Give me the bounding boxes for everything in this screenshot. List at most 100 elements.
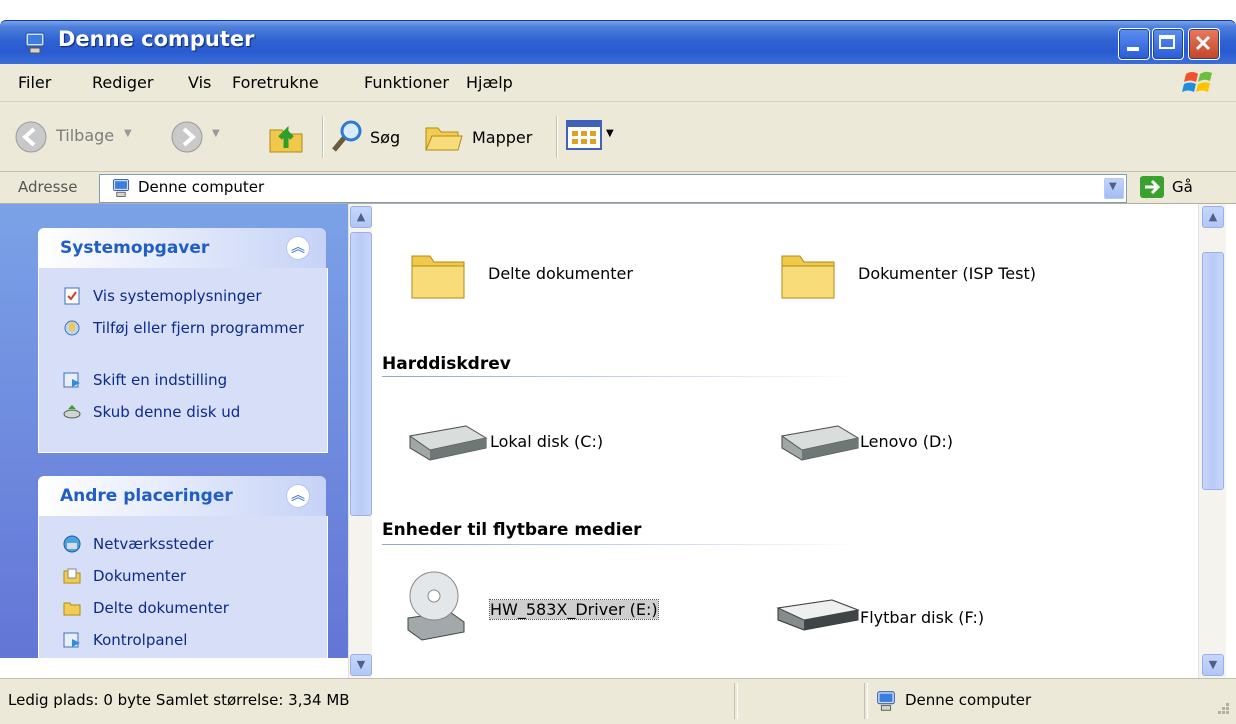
taskpane-scrollbar[interactable]: ▲ ▼ (348, 204, 372, 678)
network-places-icon (63, 535, 81, 553)
drive-item-selected[interactable]: HW_583X_Driver (E:) (402, 570, 742, 644)
folders-icon (425, 127, 463, 151)
close-button[interactable] (1188, 28, 1220, 60)
menu-bar: Filer Rediger Vis Foretrukne Funktioner … (0, 64, 1236, 102)
folders-label: Mapper (472, 128, 533, 147)
group-header-removable: Enheder til flytbare medier (382, 520, 642, 540)
item-label: Dokumenter (ISP Test) (858, 264, 1036, 283)
toolbar: Tilbage ▼ ▼ Søg Mapper ▼ (0, 102, 1236, 172)
group-divider (382, 544, 862, 545)
hard-disk-icon (408, 425, 488, 461)
views-dropdown-icon: ▼ (606, 128, 614, 139)
up-folder-icon[interactable] (266, 118, 306, 156)
item-label: HW_583X_Driver (E:) (489, 599, 659, 620)
status-separator (734, 683, 738, 719)
minimize-button[interactable] (1118, 28, 1150, 60)
chevron-down-icon: ▼ (1109, 181, 1117, 192)
drive-item[interactable]: Lenovo (D:) (774, 418, 1114, 468)
removable-disk-icon (776, 599, 860, 631)
title-bar[interactable]: Denne computer (0, 20, 1236, 64)
window-title: Denne computer (58, 27, 255, 51)
forward-dropdown-icon: ▼ (212, 128, 220, 139)
views-button[interactable]: ▼ (566, 120, 626, 154)
eject-disk-icon (63, 405, 81, 419)
menu-file[interactable]: Filer (18, 73, 51, 92)
item-label: Lokal disk (C:) (490, 432, 604, 451)
folders-button[interactable]: Mapper (424, 118, 544, 156)
go-button[interactable] (1140, 176, 1164, 198)
computer-icon (877, 691, 895, 711)
menu-view[interactable]: Vis (188, 73, 211, 92)
control-panel-icon (63, 372, 80, 388)
other-places-header[interactable]: Andre placeringer ︽ (38, 476, 326, 516)
address-bar: Adresse Denne computer ▼ Gå (0, 172, 1236, 204)
address-label: Adresse (18, 178, 78, 196)
task-pane: Systemopgaver ︽ Vis systemoplysninger Ti… (0, 204, 348, 658)
address-value: Denne computer (138, 178, 265, 196)
scroll-thumb[interactable] (1202, 252, 1224, 490)
system-tasks-panel: Vis systemoplysninger Tilføj eller fjern… (38, 268, 328, 453)
file-view: Delte dokumenter Dokumenter (ISP Test) H… (372, 204, 1198, 658)
group-divider (382, 376, 862, 377)
menu-edit[interactable]: Rediger (92, 73, 153, 92)
cropped-top-text (0, 0, 1236, 4)
status-location: Denne computer (905, 691, 1032, 709)
folder-icon (63, 602, 81, 616)
folder-item[interactable]: Delte dokumenter (408, 244, 748, 308)
drive-item[interactable]: Flytbar disk (F:) (774, 594, 1114, 644)
control-panel-icon (63, 632, 80, 648)
menu-favorites[interactable]: Foretrukne (232, 73, 319, 92)
toolbar-separator (556, 116, 558, 158)
minimize-icon (1127, 47, 1139, 51)
toolbar-separator (322, 116, 324, 158)
drive-item[interactable]: Lokal disk (C:) (402, 418, 742, 468)
windows-logo-icon (1182, 71, 1212, 92)
system-tasks-header[interactable]: Systemopgaver ︽ (38, 228, 326, 268)
status-separator (864, 683, 868, 719)
collapse-icon[interactable]: ︽ (286, 484, 310, 508)
back-button[interactable]: Tilbage ▼ (14, 118, 154, 156)
back-arrow-icon (15, 121, 47, 153)
menu-tools[interactable]: Funktioner (364, 73, 449, 92)
scroll-up-button[interactable]: ▲ (1202, 206, 1224, 228)
computer-icon (25, 32, 45, 54)
add-remove-programs-icon (64, 320, 80, 336)
other-places-panel: Netværkssteder Dokumenter Delte dokument… (38, 516, 328, 658)
back-dropdown-icon: ▼ (124, 128, 132, 139)
maximize-button[interactable] (1152, 28, 1184, 60)
resize-grip-icon[interactable] (1212, 701, 1232, 721)
group-header-harddisks: Harddiskdrev (382, 354, 511, 374)
item-label: Lenovo (D:) (860, 432, 953, 451)
collapse-icon[interactable]: ︽ (286, 236, 310, 260)
folder-icon (781, 255, 835, 299)
item-label: Flytbar disk (F:) (860, 608, 985, 627)
views-grid-icon (566, 120, 602, 150)
search-icon (332, 120, 362, 152)
go-label[interactable]: Gå (1172, 178, 1193, 196)
forward-arrow-icon (171, 121, 203, 153)
search-button[interactable]: Søg (330, 118, 420, 156)
cd-drive-icon (407, 571, 465, 641)
content-scrollbar[interactable]: ▲ ▼ (1198, 204, 1226, 678)
scroll-thumb[interactable] (350, 232, 372, 516)
go-arrow-icon (1145, 179, 1161, 195)
scroll-down-button[interactable]: ▼ (1202, 654, 1224, 676)
close-icon (1195, 35, 1211, 51)
system-tasks-title: Systemopgaver (60, 238, 210, 258)
address-dropdown-button[interactable]: ▼ (1104, 178, 1124, 199)
forward-button[interactable]: ▼ (170, 118, 240, 156)
other-places-title: Andre placeringer (60, 486, 233, 506)
system-info-icon (64, 287, 80, 305)
back-label: Tilbage (56, 126, 115, 145)
scroll-up-button[interactable]: ▲ (350, 206, 372, 228)
menu-help[interactable]: Hjælp (466, 73, 513, 92)
scroll-down-button[interactable]: ▼ (350, 654, 372, 676)
address-field[interactable]: Denne computer ▼ (99, 174, 1127, 203)
folder-icon (411, 255, 465, 299)
search-label: Søg (370, 128, 401, 147)
hard-disk-icon (780, 425, 860, 461)
folder-item[interactable]: Dokumenter (ISP Test) (778, 244, 1118, 308)
maximize-icon (1159, 35, 1175, 49)
status-text: Ledig plads: 0 byte Samlet størrelse: 3,… (8, 691, 350, 709)
item-label: Delte dokumenter (488, 264, 633, 283)
